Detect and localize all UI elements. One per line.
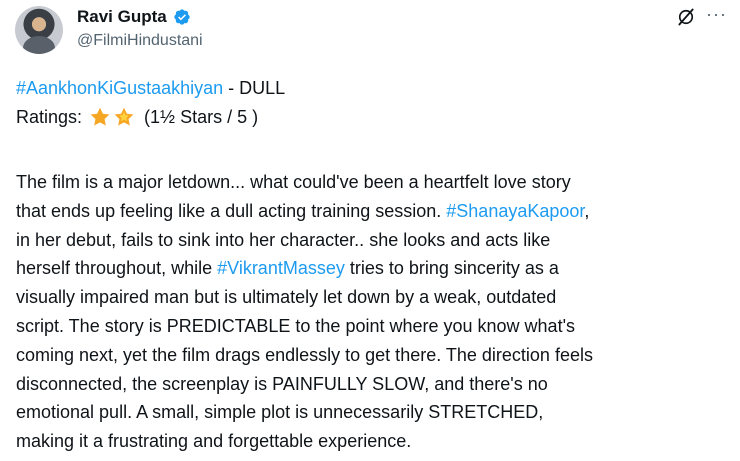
body-text: , [584, 200, 590, 221]
avatar[interactable] [15, 6, 63, 54]
tweet-body-line: visually impaired man but is ultimately … [16, 283, 593, 312]
body-text: The film is a major letdown... what coul… [16, 172, 571, 192]
body-text: tries to bring sincerity as a [344, 258, 559, 279]
sparkle-star-icon [114, 107, 134, 126]
ratings-label: Ratings: [16, 107, 83, 127]
tweet-body-line: herself throughout, while #VikrantMassey… [16, 254, 593, 283]
tweet-headline: #AankhonKiGustaakhiyan - DULL [16, 76, 285, 100]
tweet-body-line: emotional pull. A small, simple plot is … [16, 398, 593, 427]
verified-badge-icon [174, 9, 190, 25]
hashtag-link[interactable]: #AankhonKiGustaakhiyan [16, 78, 223, 98]
tweet-body: The film is a major letdown... what coul… [16, 168, 593, 456]
author-name[interactable]: Ravi Gupta [77, 6, 167, 28]
body-text: that ends up feeling like a dull acting … [16, 200, 447, 221]
author-name-row[interactable]: Ravi Gupta [77, 6, 191, 28]
ratings-line: Ratings: (1½ Stars / 5 ) [16, 104, 258, 130]
author-handle[interactable]: @FilmiHindustani [77, 31, 203, 51]
body-text: herself throughout, while [16, 258, 218, 279]
star-icon [90, 107, 110, 126]
body-text: in her debut, fails to sink into her cha… [16, 229, 551, 250]
tweet-body-line: in her debut, fails to sink into her cha… [16, 226, 593, 255]
body-text: making it a frustrating and forgettable … [16, 431, 412, 452]
body-text: coming next, yet the film drags endlessl… [16, 344, 593, 365]
body-text: emotional pull. A small, simple plot is … [16, 402, 544, 423]
tweet-body-line: disconnected, the screenplay is PAINFULL… [16, 370, 593, 399]
headline-text: - DULL [223, 78, 286, 98]
tweet-body-line: that ends up feeling like a dull acting … [16, 197, 593, 226]
body-text: visually impaired man but is ultimately … [16, 287, 557, 308]
tweet-body-line: making it a frustrating and forgettable … [16, 427, 593, 456]
ratings-text: (1½ Stars / 5 ) [144, 107, 259, 127]
hashtag-link[interactable]: #ShanayaKapoor [446, 201, 584, 221]
tweet-body-line: script. The story is PREDICTABLE to the … [16, 312, 593, 341]
hashtag-link[interactable]: #VikrantMassey [217, 258, 345, 278]
tweet-body-line: The film is a major letdown... what coul… [16, 168, 593, 197]
body-text: disconnected, the screenplay is PAINFULL… [16, 373, 548, 394]
tweet-body-line: coming next, yet the film drags endlessl… [16, 341, 593, 370]
body-text: script. The story is PREDICTABLE to the … [16, 315, 576, 336]
grok-icon[interactable] [676, 7, 696, 27]
more-options-icon[interactable]: ··· [706, 4, 727, 24]
